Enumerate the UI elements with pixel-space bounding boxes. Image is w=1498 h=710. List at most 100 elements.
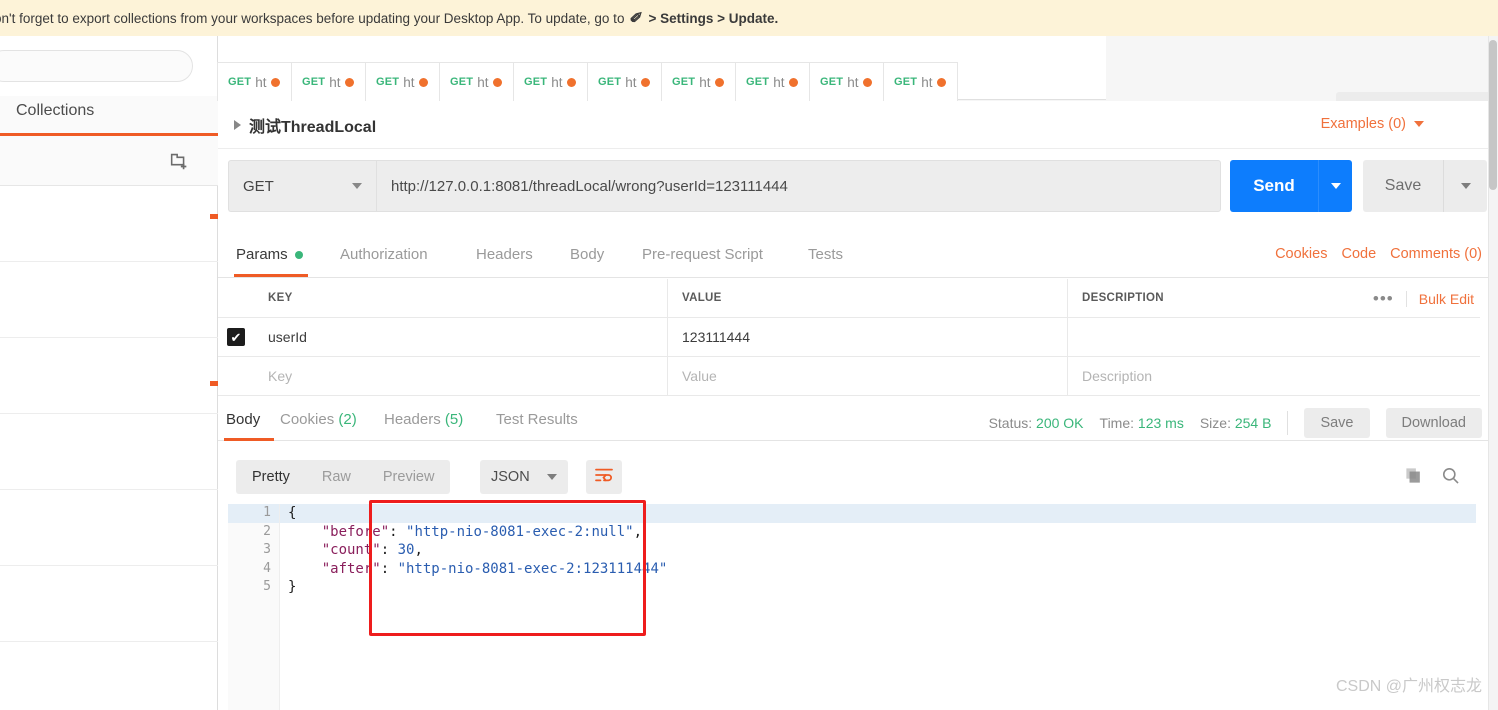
response-tab-headers[interactable]: Headers (5) <box>384 411 463 428</box>
save-response-button[interactable]: Save <box>1304 408 1370 438</box>
empty-key-cell[interactable]: Key <box>254 357 668 395</box>
url-input[interactable]: http://127.0.0.1:8081/threadLocal/wrong?… <box>376 160 1221 212</box>
list-item[interactable] <box>0 262 218 338</box>
response-tab-test-results[interactable]: Test Results <box>496 411 578 428</box>
response-language-select[interactable]: JSON <box>480 460 568 494</box>
code-token-key: "before" <box>288 523 390 540</box>
column-header-value: VALUE <box>682 292 722 304</box>
send-options-button[interactable] <box>1318 160 1352 212</box>
tab-params[interactable]: Params <box>236 246 303 263</box>
sidebar-scrollbar[interactable] <box>210 36 218 710</box>
response-tab-body[interactable]: Body <box>226 411 260 428</box>
request-tabbar: GET ht GET ht GET ht GET ht GET ht GET ht GET ht GET ht… <box>217 36 1498 132</box>
view-mode-pretty[interactable]: Pretty <box>236 460 306 494</box>
empty-value-cell[interactable]: Value <box>668 357 1068 395</box>
checkbox-checked-icon[interactable]: ✔ <box>227 328 245 346</box>
list-item[interactable] <box>0 338 218 414</box>
examples-dropdown[interactable]: Examples (0) <box>1321 116 1424 132</box>
method-select[interactable]: GET <box>228 160 376 212</box>
request-tab-5[interactable]: GET ht <box>587 62 662 101</box>
tab-pre-request-script[interactable]: Pre-request Script <box>642 246 763 263</box>
tab-label: Params <box>236 246 288 263</box>
unsaved-indicator-icon <box>937 77 947 87</box>
download-response-button[interactable]: Download <box>1385 408 1482 438</box>
request-tab-4[interactable]: GET ht <box>513 62 588 101</box>
save-request-button[interactable]: Save <box>1363 160 1443 212</box>
tab-headers[interactable]: Headers <box>476 246 533 263</box>
request-tab-1[interactable]: GET ht <box>291 62 366 101</box>
list-item[interactable] <box>0 566 218 642</box>
line-number: 3 <box>263 542 271 557</box>
request-tab-6[interactable]: GET ht <box>661 62 736 101</box>
save-options-button[interactable] <box>1443 160 1487 212</box>
line-number: 2 <box>263 523 271 539</box>
tab-authorization[interactable]: Authorization <box>340 246 428 263</box>
time-label: Time: <box>1099 415 1135 431</box>
code-line: "before": "http-nio-8081-exec-2:null", <box>280 523 1476 542</box>
postman-window: on't forget to export collections from y… <box>0 0 1498 710</box>
request-tab-8[interactable]: GET ht <box>809 62 884 101</box>
chevron-right-icon[interactable] <box>234 120 241 130</box>
row-key-cell[interactable]: userId <box>254 318 668 356</box>
chevron-down-icon <box>1460 183 1471 189</box>
response-section-tabs: Body Cookies (2) Headers (5) Test Results S… <box>218 400 1498 441</box>
row-value-cell[interactable]: 123111444 <box>668 318 1068 356</box>
request-tab-9[interactable]: GET ht <box>883 62 958 101</box>
list-item[interactable] <box>0 490 218 566</box>
cookies-link[interactable]: Cookies <box>1275 246 1327 262</box>
new-folder-icon[interactable] <box>168 150 190 172</box>
code-token-key: "after" <box>288 560 381 577</box>
url-text: http://127.0.0.1:8081/threadLocal/wrong?… <box>391 177 788 195</box>
send-button[interactable]: Send <box>1230 160 1318 212</box>
request-title-wrap[interactable]: 测试ThreadLocal <box>234 113 376 137</box>
params-present-indicator-icon <box>294 250 303 259</box>
tab-tests[interactable]: Tests <box>808 246 843 263</box>
response-tab-label: Body <box>226 411 261 428</box>
response-body-viewer[interactable]: 1▼2 3 4 5 { "before": "http-nio-8081-exec-2… <box>228 504 1476 710</box>
request-tab-2[interactable]: GET ht <box>365 62 440 101</box>
list-item[interactable] <box>0 186 218 262</box>
chevron-down-icon <box>1330 183 1341 189</box>
banner-text-before: on't forget to export collections from y… <box>0 11 629 26</box>
response-tab-count: (2) <box>334 411 357 428</box>
comments-link[interactable]: Comments (0) <box>1390 246 1482 262</box>
scrollbar-thumb[interactable] <box>1489 40 1497 190</box>
chevron-down-icon <box>1414 121 1424 127</box>
request-tab-3[interactable]: GET ht <box>439 62 514 101</box>
row-checkbox-cell[interactable]: ✔ <box>218 318 254 356</box>
code-link[interactable]: Code <box>1341 246 1376 262</box>
code-line: "count": 30, <box>280 541 1476 560</box>
view-mode-raw[interactable]: Raw <box>306 460 367 494</box>
header-key-cell: KEY <box>254 279 668 317</box>
sidebar-search-wrap <box>0 50 193 82</box>
code-token-colon: , <box>633 523 643 540</box>
row-description-cell[interactable] <box>1068 318 1480 356</box>
column-header-key: KEY <box>268 292 293 304</box>
code-token-colon: : <box>380 542 398 558</box>
search-input[interactable] <box>0 50 193 82</box>
code-line: "after": "http-nio-8081-exec-2:123111444… <box>280 560 1476 579</box>
empty-description-cell[interactable]: Description <box>1068 357 1480 395</box>
bulk-edit-link[interactable]: Bulk Edit <box>1405 290 1474 307</box>
request-tab-7[interactable]: GET ht <box>735 62 810 101</box>
tab-label: Tests <box>808 246 844 263</box>
response-tab-cookies[interactable]: Cookies (2) <box>280 411 357 428</box>
copy-icon[interactable] <box>1404 466 1423 490</box>
tab-body[interactable]: Body <box>570 246 604 263</box>
word-wrap-button[interactable] <box>586 460 622 494</box>
examples-label: Examples (0) <box>1320 116 1406 132</box>
sidebar-tab-collections[interactable]: Collections <box>16 102 94 120</box>
list-item[interactable] <box>0 642 218 710</box>
request-tab-0[interactable]: GET ht <box>217 62 292 101</box>
request-section-tabs: Params Authorization Headers Body Pre-reques… <box>218 238 1498 278</box>
request-tab-method: GET <box>820 76 844 88</box>
main-vertical-scrollbar[interactable] <box>1488 36 1498 710</box>
list-item[interactable] <box>0 414 218 490</box>
view-mode-preview[interactable]: Preview <box>367 460 451 494</box>
code-token-colon: , <box>414 542 423 558</box>
empty-checkbox-cell[interactable] <box>218 357 254 395</box>
unsaved-indicator-icon <box>789 77 799 87</box>
search-icon[interactable] <box>1441 466 1460 490</box>
table-more-icon[interactable]: ••• <box>1373 289 1394 309</box>
response-format-bar: Pretty Raw Preview JSON <box>218 456 1498 500</box>
